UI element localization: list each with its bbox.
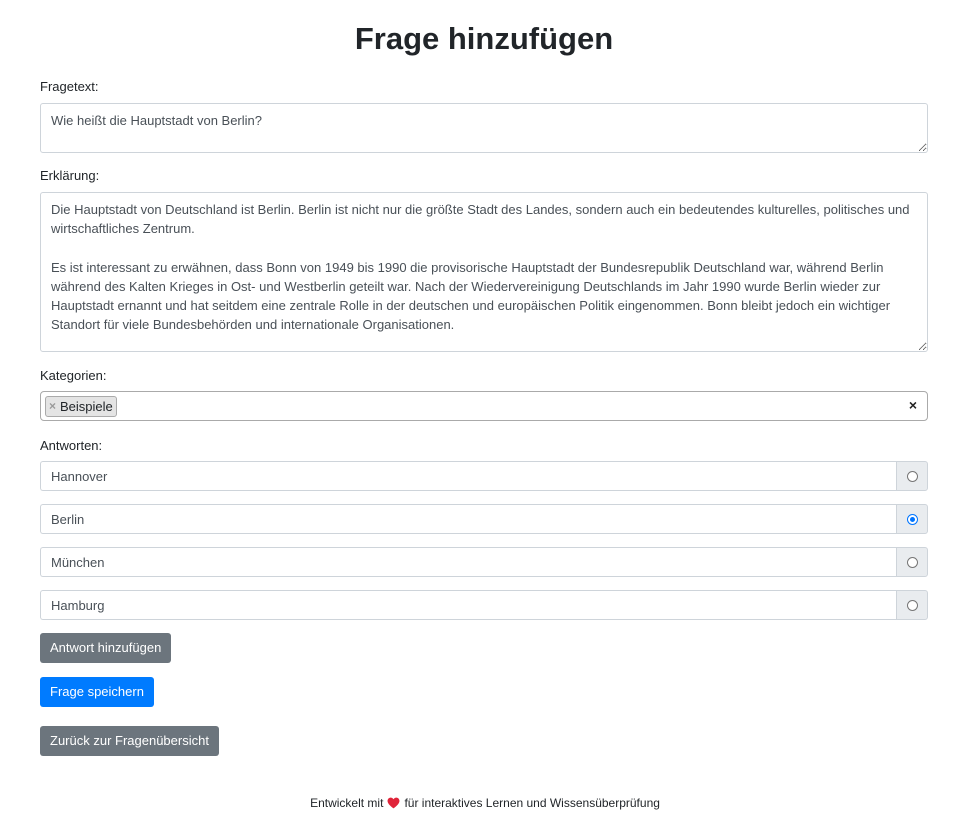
explanation-label: Erklärung:	[40, 168, 100, 183]
back-to-overview-button[interactable]: Zurück zur Fragenübersicht	[40, 726, 219, 756]
add-answer-button[interactable]: Antwort hinzufügen	[40, 633, 172, 663]
explanation-textarea[interactable]: Die Hauptstadt von Deutschland ist Berli…	[40, 192, 928, 352]
question-label: Fragetext:	[40, 79, 99, 94]
answers-label: Antworten:	[40, 438, 103, 453]
remove-tag-icon[interactable]: ×	[49, 397, 56, 416]
save-question-button[interactable]: Frage speichern	[40, 677, 154, 707]
answer-radio-addon	[896, 590, 928, 620]
answer-input[interactable]	[40, 547, 896, 577]
answer-input[interactable]	[40, 590, 896, 620]
correct-answer-radio[interactable]	[906, 556, 918, 568]
question-textarea[interactable]: Wie heißt die Hauptstadt von Berlin?	[40, 103, 928, 153]
category-tag: × Beispiele	[45, 396, 117, 417]
correct-answer-radio[interactable]	[906, 470, 918, 482]
footer-text-before: Entwickelt mit	[310, 796, 384, 810]
answer-radio-addon	[896, 461, 928, 491]
categories-label: Kategorien:	[40, 368, 107, 383]
answer-input[interactable]	[40, 461, 896, 491]
answer-row	[40, 547, 928, 577]
answer-row	[40, 590, 928, 620]
footer: Entwickelt mit für interaktives Lernen un…	[0, 796, 970, 812]
answer-input[interactable]	[40, 504, 896, 534]
page-container: Frage hinzufügen Fragetext: Wie heißt di…	[40, 0, 928, 756]
categories-select[interactable]: × Beispiele ×	[40, 391, 928, 421]
answer-row	[40, 461, 928, 491]
page-title: Frage hinzufügen	[354, 21, 614, 56]
answer-radio-addon	[896, 547, 928, 577]
answer-row	[40, 504, 928, 534]
question-form: Fragetext: Wie heißt die Hauptstadt von …	[40, 78, 928, 756]
heart-icon	[387, 797, 400, 812]
clear-selection-icon[interactable]: ×	[909, 397, 917, 413]
answer-radio-addon	[896, 504, 928, 534]
correct-answer-radio[interactable]	[906, 513, 918, 525]
footer-text-after: für interaktives Lernen und Wissensüberp…	[404, 796, 660, 810]
correct-answer-radio[interactable]	[906, 599, 918, 611]
answer-list	[40, 461, 928, 620]
category-tag-label: Beispiele	[60, 399, 113, 414]
